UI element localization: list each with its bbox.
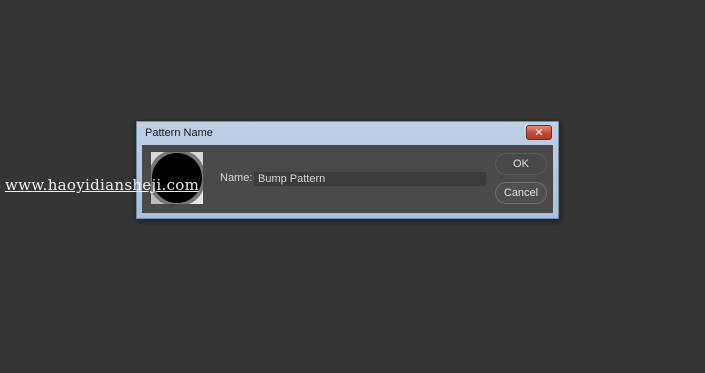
dialog-title: Pattern Name <box>145 127 213 139</box>
name-label: Name: <box>220 172 253 184</box>
close-button[interactable]: ✕ <box>526 125 552 140</box>
ok-button[interactable]: OK <box>495 153 547 175</box>
pattern-name-input[interactable] <box>254 172 486 186</box>
close-icon: ✕ <box>534 126 544 139</box>
pattern-name-dialog: Pattern Name ✕ Name: Bump Pattern OK Can… <box>136 121 559 219</box>
cancel-button[interactable]: Cancel <box>495 182 547 204</box>
dialog-body: Name: OK Cancel <box>142 145 553 213</box>
dialog-titlebar[interactable]: Pattern Name ✕ <box>137 122 558 144</box>
watermark-text: www.haoyidiansheji.com <box>5 176 200 194</box>
